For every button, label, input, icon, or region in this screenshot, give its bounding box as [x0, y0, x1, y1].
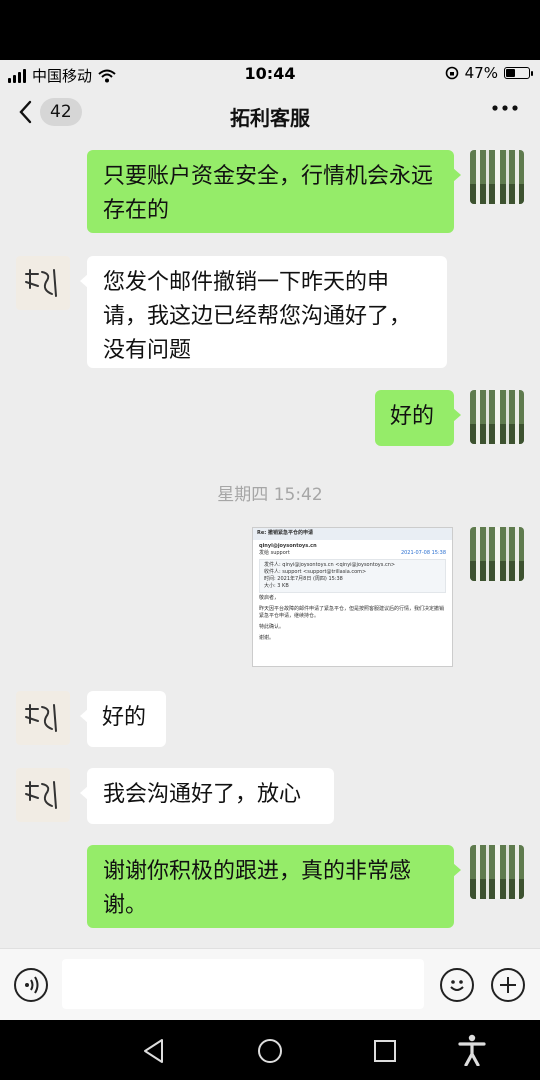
email-meta-box: 发件人: qinyi@joysontoys.cn <qinyi@joysonto…: [259, 559, 446, 593]
battery-icon: [504, 67, 533, 79]
calligraphy-avatar-image: [16, 768, 70, 822]
calligraphy-avatar-image: [16, 691, 70, 745]
agent-avatar[interactable]: [16, 691, 70, 745]
email-sender-line: 发件人: qinyi@joysontoys.cn <qinyi@joysonto…: [264, 562, 396, 568]
message-bubble-outgoing[interactable]: 谢谢你积极的跟进，真的非常感谢。: [87, 845, 461, 928]
my-avatar[interactable]: [470, 845, 524, 899]
email-screenshot-message[interactable]: Re: 撤销紧急平仓的申请 qinyi@joysontoys.cn 发给 sup…: [252, 527, 453, 667]
email-time-line: 时间: 2021年7月8日 (周四) 15:38: [264, 576, 343, 582]
chat-title: 拓利客服: [230, 106, 310, 130]
my-avatar[interactable]: [470, 527, 524, 581]
email-recipient-line: 收件人: support <support@trillasia.com>: [264, 569, 367, 575]
my-avatar[interactable]: [470, 390, 524, 444]
my-avatar[interactable]: [470, 150, 524, 204]
email-to-name: 发给 support: [259, 550, 290, 556]
email-closing-1: 特此确认。: [259, 624, 285, 630]
message-input[interactable]: [62, 959, 424, 1009]
message-bubble-incoming[interactable]: 我会沟通好了，放心: [80, 768, 334, 824]
birch-forest-avatar-image: [470, 390, 524, 444]
email-date: 2021-07-08 15:38: [400, 550, 446, 556]
birch-forest-avatar-image: [470, 150, 524, 204]
chat-timestamp: 星期四 15:42: [217, 485, 323, 505]
message-bubble-incoming[interactable]: 好的: [80, 691, 166, 747]
home-circle-icon[interactable]: [257, 1038, 283, 1064]
emoji-icon: [450, 980, 464, 991]
message-bubble-incoming[interactable]: 您发个邮件撤销一下昨天的申请，我这边已经帮您沟通好了，没有问题: [80, 256, 447, 368]
add-more-button[interactable]: [491, 968, 525, 1002]
agent-avatar[interactable]: [16, 256, 70, 310]
agent-avatar[interactable]: [16, 768, 70, 822]
voice-icon: [25, 976, 39, 994]
chat-navbar: 42 拓利客服: [0, 88, 540, 144]
birch-forest-avatar-image: [470, 845, 524, 899]
chat-screen: 中国移动 10:44 47% 42 拓利客服 只要账户资金安全，行情机会永远存在…: [0, 60, 540, 1020]
message-bubble-outgoing[interactable]: 好的: [375, 390, 461, 446]
message-bubble-outgoing[interactable]: 只要账户资金安全，行情机会永远存在的: [87, 150, 461, 233]
calligraphy-avatar-image: [16, 256, 70, 310]
email-body: 昨天因平台故障的邮件申请了紧急平仓，但是按照客服建议后的行情，我们决定撤销紧急平…: [259, 606, 445, 619]
chat-input-bar: [0, 948, 540, 1020]
email-closing-2: 谢谢。: [259, 635, 275, 641]
back-triangle-icon[interactable]: [142, 1038, 166, 1064]
voice-input-button[interactable]: [14, 968, 48, 1002]
birch-forest-avatar-image: [470, 527, 524, 581]
email-size-line: 大小: 3 KB: [264, 583, 289, 589]
email-subject: Re: 撤销紧急平仓的申请: [253, 528, 452, 540]
status-bar: 中国移动 10:44 47%: [0, 60, 540, 88]
more-options-icon[interactable]: [492, 104, 518, 112]
emoji-button[interactable]: [440, 968, 474, 1002]
rotation-lock-icon: [445, 66, 458, 80]
email-greeting: 敬启者，: [259, 595, 280, 601]
plus-icon: [500, 977, 516, 993]
battery-group: 47%: [445, 64, 533, 82]
battery-percent: 47%: [464, 64, 498, 82]
accessibility-icon[interactable]: [457, 1034, 487, 1066]
recent-apps-icon[interactable]: [373, 1039, 397, 1063]
email-from-address: qinyi@joysontoys.cn: [259, 543, 317, 549]
android-nav-bar: [0, 1020, 540, 1080]
top-black-bar: [0, 0, 540, 60]
